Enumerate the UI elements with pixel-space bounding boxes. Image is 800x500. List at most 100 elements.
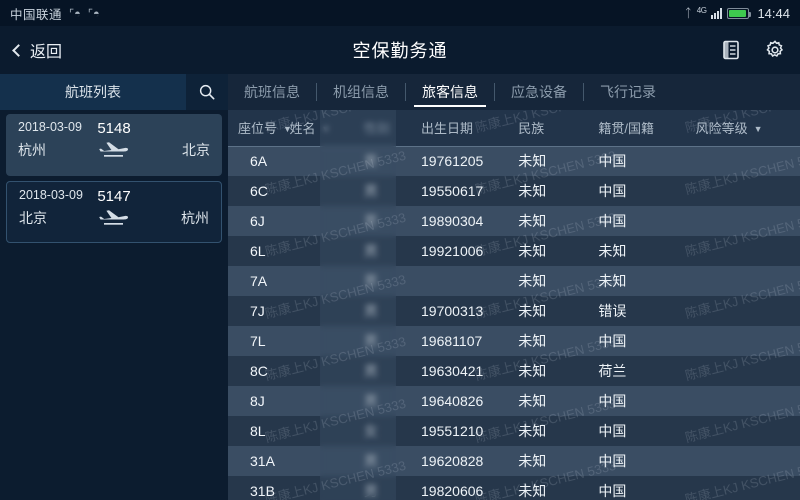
cell-ethnicity: 未知 [508, 236, 589, 266]
cell-risk [685, 176, 800, 206]
cell-birth: 19620828 [411, 446, 509, 476]
cell-name [279, 386, 354, 416]
cell-gender: 男 [353, 356, 412, 386]
flight-card[interactable]: 2018-03-09 5147 北京 杭州 [6, 181, 222, 243]
header-actions [720, 39, 786, 61]
table-row[interactable]: 8C 男 19630421 未知 荷兰 [228, 356, 800, 386]
app-body: 航班列表 2018-03-09 5148 杭州 北京 2018-03-09 51… [0, 74, 800, 500]
table-row[interactable]: 7J 男 19700313 未知 错误 [228, 296, 800, 326]
cell-birth: 19550617 [411, 176, 509, 206]
cell-seat: 7L [228, 326, 280, 356]
table-row[interactable]: 31B 男 19820606 未知 中国 [228, 476, 800, 500]
table-row[interactable]: 7A 男 未知 未知 [228, 266, 800, 296]
cell-birth: 19820606 [411, 476, 509, 500]
cell-seat: 8C [228, 356, 280, 386]
cell-ethnicity: 未知 [508, 326, 589, 356]
column-header-ethnicity[interactable]: 民族 [508, 110, 589, 146]
network-type-label: 4G [696, 5, 707, 15]
gear-icon[interactable] [764, 39, 786, 61]
flight-card[interactable]: 2018-03-09 5148 杭州 北京 [6, 114, 222, 176]
column-header-birthdate[interactable]: 出生日期 [411, 110, 509, 146]
cell-ethnicity: 未知 [508, 416, 589, 446]
status-bar-right: ᛏ 4G 14:44 [685, 6, 790, 21]
cell-ethnicity: 未知 [508, 146, 589, 176]
table-row[interactable]: 6A 男 19761205 未知 中国 [228, 146, 800, 176]
cell-seat: 8L [228, 416, 280, 446]
flight-card-list: 2018-03-09 5148 杭州 北京 2018-03-09 5147 北京… [0, 110, 228, 248]
cell-nationality: 错误 [588, 296, 686, 326]
cell-risk [685, 386, 800, 416]
search-icon[interactable] [186, 74, 228, 110]
main-panel: 航班信息 机组信息 旅客信息 应急设备 飞行记录 座位号 ▼ 姓名 ▼ 性别 出… [228, 74, 800, 500]
seat-label: 6L [250, 243, 266, 259]
sort-caret-icon: ▼ [321, 124, 331, 135]
cell-risk [685, 266, 800, 296]
cell-gender: 女 [353, 416, 412, 446]
cell-ethnicity: 未知 [508, 476, 589, 500]
flight-route: 北京 杭州 [19, 208, 209, 228]
seat-label: 31B [250, 483, 275, 499]
table-row[interactable]: 31A 男 19620828 未知 中国 [228, 446, 800, 476]
cell-risk [685, 446, 800, 476]
table-row[interactable]: 6C 男 19550617 未知 中国 [228, 176, 800, 206]
cell-name [279, 176, 354, 206]
table-row[interactable]: 6J 男 19890304 未知 中国 [228, 206, 800, 236]
cell-gender: 男 [353, 446, 412, 476]
cell-gender: 男 [353, 476, 412, 500]
cell-seat: 7A [228, 266, 280, 296]
table-row[interactable]: 6L 男 19921006 未知 未知 [228, 236, 800, 266]
cell-nationality: 中国 [588, 206, 686, 236]
cell-gender: 男 [353, 146, 412, 176]
cell-ethnicity: 未知 [508, 386, 589, 416]
flight-destination: 北京 [182, 142, 210, 158]
cell-name [279, 356, 354, 386]
cell-risk [685, 416, 800, 446]
tab-passenger-info[interactable]: 旅客信息 [406, 74, 494, 110]
column-label: 风险等级 [695, 121, 748, 137]
cell-seat: 6C [228, 176, 280, 206]
tab-emergency-equipment[interactable]: 应急设备 [495, 74, 583, 110]
column-header-gender[interactable]: 性别 [353, 110, 412, 146]
cell-name [279, 236, 354, 266]
carrier-label: 中国联通 [10, 7, 63, 22]
column-label: 姓名 [289, 121, 316, 137]
cell-name [279, 266, 354, 296]
table-row[interactable]: 8J 男 19640826 未知 中国 [228, 386, 800, 416]
cell-gender: 男 [353, 296, 412, 326]
column-label: 民族 [518, 121, 545, 137]
cell-name [279, 326, 354, 356]
cell-nationality: 中国 [588, 326, 686, 356]
cell-seat: 8J [228, 386, 280, 416]
cell-birth: 19761205 [411, 146, 509, 176]
column-header-risk-level[interactable]: 风险等级 ▼ [685, 110, 800, 146]
bluetooth-icon: ᛏ [684, 6, 692, 20]
table-body: 6A 男 19761205 未知 中国 6C 男 19550617 未知 中国 6J 男 1989030… [228, 146, 800, 500]
column-header-seat[interactable]: 座位号 ▼ [228, 110, 292, 146]
tab-flight-record[interactable]: 飞行记录 [584, 74, 672, 110]
cell-seat: 31A [228, 446, 280, 476]
document-icon[interactable] [720, 39, 742, 61]
clock-label: 14:44 [757, 5, 790, 21]
battery-icon [727, 7, 752, 19]
flight-route: 杭州 北京 [18, 140, 210, 160]
cell-birth: 19921006 [411, 236, 509, 266]
table-row[interactable]: 8L 女 19551210 未知 中国 [228, 416, 800, 446]
flight-list-sidebar: 航班列表 2018-03-09 5148 杭州 北京 2018-03-09 51… [0, 74, 228, 500]
back-button[interactable]: 返回 [12, 38, 62, 62]
seat-label: 7A [250, 273, 268, 289]
page-title: 空保勤务通 [352, 41, 448, 61]
table-row[interactable]: 7L 男 19681107 未知 中国 [228, 326, 800, 356]
cell-birth: 19551210 [411, 416, 509, 446]
tab-crew-info[interactable]: 机组信息 [317, 74, 405, 110]
cell-ethnicity: 未知 [508, 356, 589, 386]
column-header-nationality[interactable]: 籍贯/国籍 [588, 110, 686, 146]
tab-flight-info[interactable]: 航班信息 [228, 74, 316, 110]
cell-birth: 19640826 [411, 386, 509, 416]
cell-gender: 男 [353, 266, 412, 296]
cell-nationality: 未知 [588, 266, 686, 296]
seat-label: 7J [250, 303, 265, 319]
tab-bar: 航班信息 机组信息 旅客信息 应急设备 飞行记录 [228, 74, 800, 110]
cell-seat: 7J [228, 296, 280, 326]
table-header-row: 座位号 ▼ 姓名 ▼ 性别 出生日期 民族 籍贯/国籍 风险等级 ▼ [228, 110, 800, 146]
cell-nationality: 中国 [588, 416, 686, 446]
